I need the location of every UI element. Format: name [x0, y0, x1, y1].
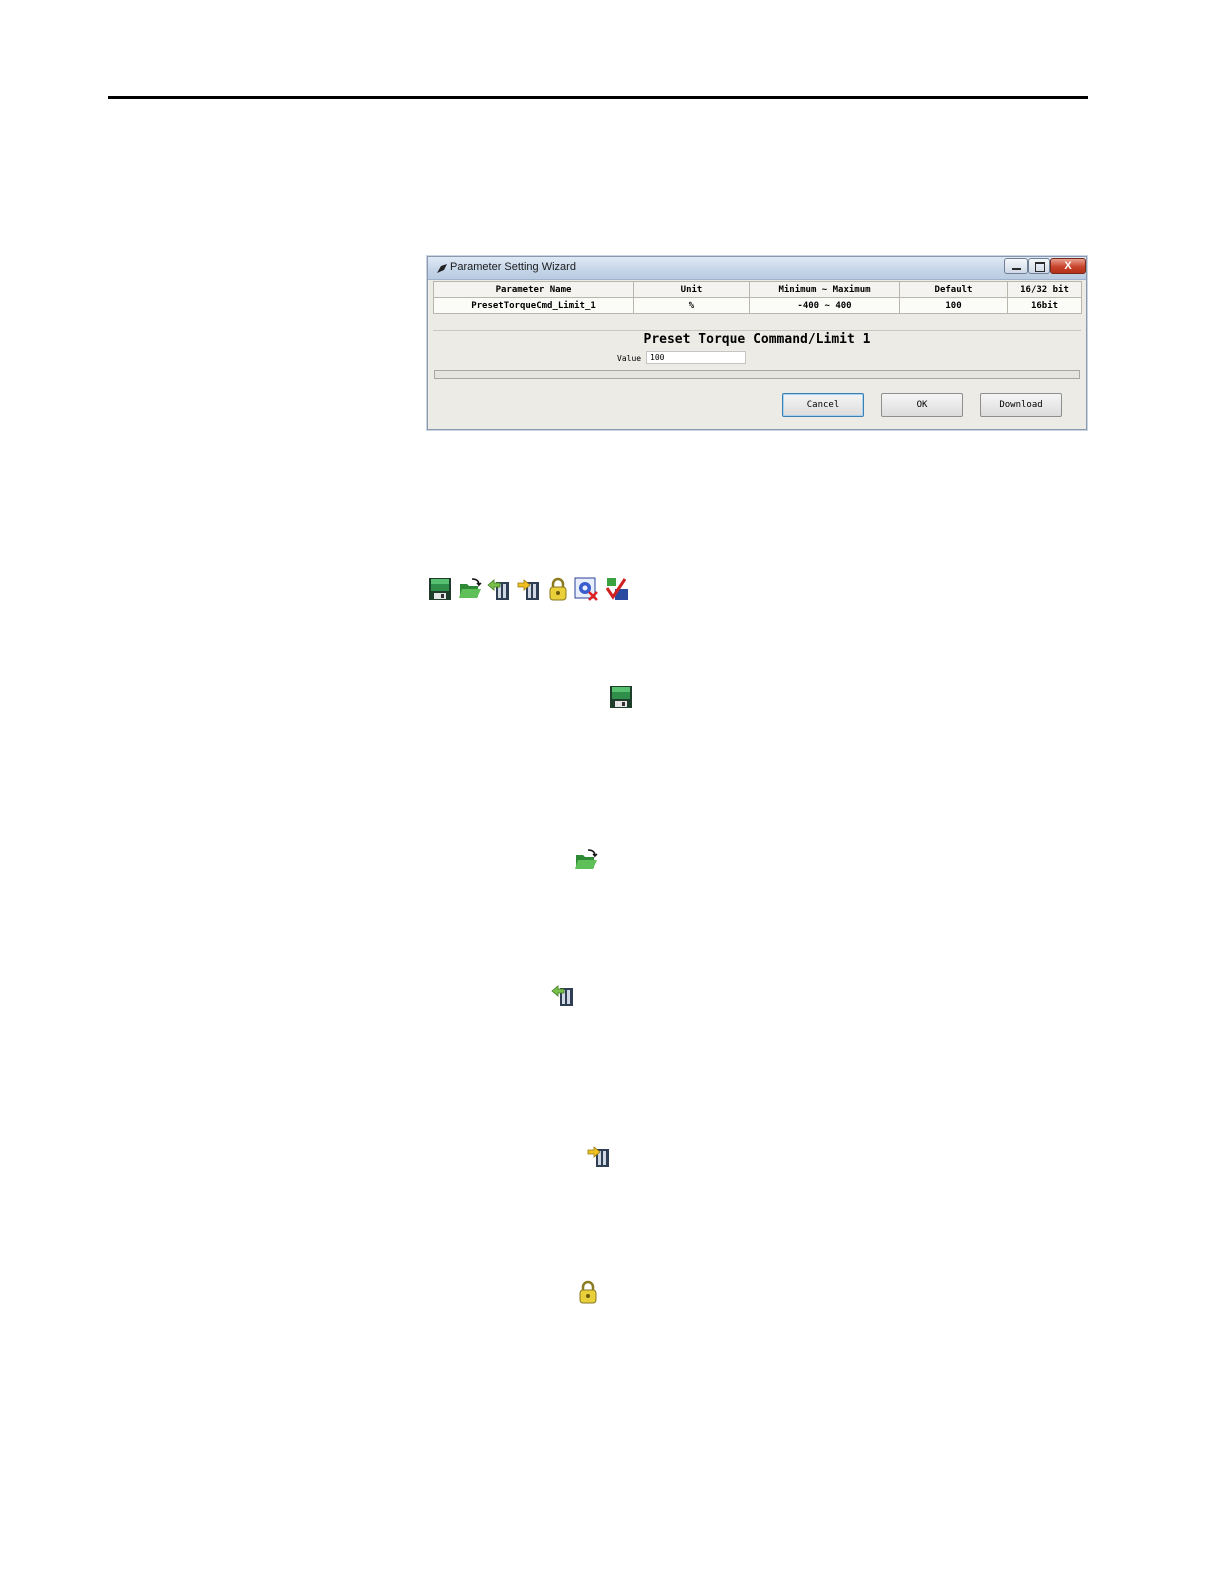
download-icon[interactable]	[517, 577, 541, 601]
open-folder-icon[interactable]	[458, 577, 482, 601]
cell-unit: %	[633, 297, 750, 314]
ok-button[interactable]: OK	[881, 393, 963, 417]
maximize-icon	[1035, 262, 1045, 272]
window-title: Parameter Setting Wizard	[450, 261, 576, 273]
cell-default: 100	[899, 297, 1008, 314]
progress-bar	[434, 370, 1080, 379]
lock-icon	[576, 1280, 600, 1304]
download-icon	[587, 1144, 611, 1168]
title-bar[interactable]: Parameter Setting Wizard X	[428, 257, 1086, 280]
table-row: PresetTorqueCmd_Limit_1 % -400 ~ 400 100…	[433, 297, 1082, 314]
header-bit-width: 16/32 bit	[1007, 281, 1082, 298]
cell-parameter-name: PresetTorqueCmd_Limit_1	[433, 297, 634, 314]
parameter-setting-wizard-dialog: Parameter Setting Wizard X Parameter Nam…	[427, 256, 1087, 430]
value-input[interactable]: 100	[646, 351, 746, 364]
minimize-icon	[1012, 268, 1021, 270]
save-icon	[609, 685, 633, 709]
header-min-max: Minimum ~ Maximum	[749, 281, 900, 298]
value-label: Value	[617, 354, 642, 363]
cancel-button[interactable]: Cancel	[782, 393, 864, 417]
verify-icon[interactable]	[605, 577, 629, 601]
maximize-button[interactable]	[1028, 258, 1050, 274]
header-unit: Unit	[633, 281, 750, 298]
settings-reset-icon[interactable]	[574, 577, 598, 601]
app-icon	[437, 264, 447, 273]
open-folder-icon	[574, 848, 598, 872]
parameter-table: Parameter Name Unit Minimum ~ Maximum De…	[433, 281, 1082, 314]
save-icon[interactable]	[428, 577, 452, 601]
divider	[433, 330, 1081, 331]
cell-bit-width: 16bit	[1007, 297, 1082, 314]
top-rule	[108, 96, 1088, 99]
upload-icon[interactable]	[487, 577, 511, 601]
header-default: Default	[899, 281, 1008, 298]
download-button[interactable]: Download	[980, 393, 1062, 417]
table-header-row: Parameter Name Unit Minimum ~ Maximum De…	[433, 281, 1082, 298]
parameter-heading: Preset Torque Command/Limit 1	[643, 332, 871, 347]
cell-min-max: -400 ~ 400	[749, 297, 900, 314]
close-button[interactable]: X	[1050, 258, 1086, 274]
close-icon: X	[1064, 260, 1072, 272]
header-parameter-name: Parameter Name	[433, 281, 634, 298]
upload-icon	[551, 983, 575, 1007]
lock-icon[interactable]	[546, 577, 570, 601]
minimize-button[interactable]	[1004, 258, 1028, 274]
